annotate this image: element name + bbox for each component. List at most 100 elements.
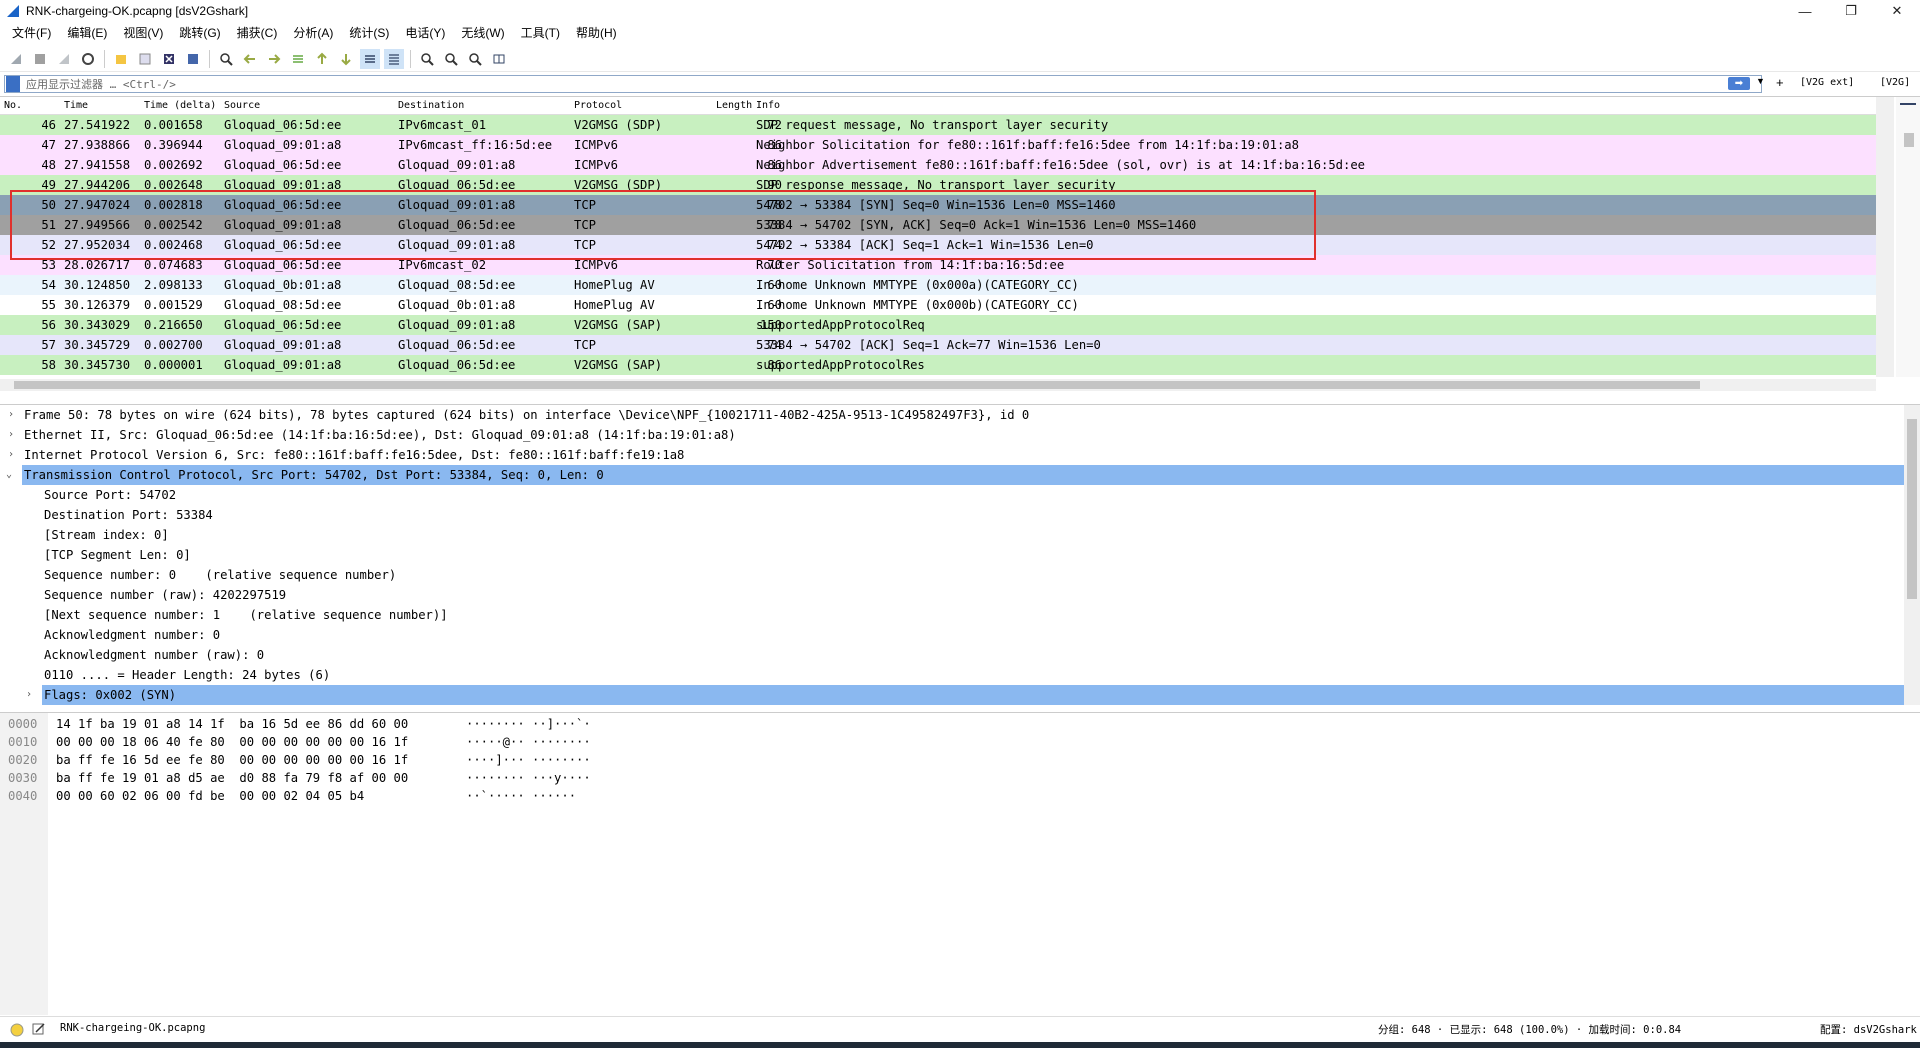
column-header-time-delta[interactable]: Time (delta) bbox=[144, 100, 216, 111]
detail-tree-item[interactable]: › Ethernet II, Src: Gloquad_06:5d:ee (14:… bbox=[0, 425, 1904, 445]
packet-dst: Gloquad_09:01:a8 bbox=[398, 318, 516, 332]
detail-tree-item[interactable]: Acknowledgment number: 0 bbox=[0, 625, 1904, 645]
close-button[interactable]: ✕ bbox=[1874, 0, 1920, 22]
packet-proto: TCP bbox=[574, 338, 597, 352]
go-to-packet-icon[interactable] bbox=[288, 49, 308, 69]
column-header-destination[interactable]: Destination bbox=[398, 100, 464, 111]
detail-tree-item[interactable]: › Frame 50: 78 bytes on wire (624 bits), … bbox=[0, 405, 1904, 425]
stop-capture-icon[interactable] bbox=[30, 49, 50, 69]
menu-wireless[interactable]: 无线(W) bbox=[453, 22, 512, 44]
column-header-source[interactable]: Source bbox=[224, 100, 260, 111]
restart-capture-icon[interactable] bbox=[54, 49, 74, 69]
bookmark-icon[interactable] bbox=[6, 76, 20, 92]
display-filter-input[interactable]: 应用显示过滤器 … <Ctrl-/> bbox=[4, 75, 1762, 93]
collapsed-chevron-icon[interactable]: › bbox=[8, 445, 14, 465]
expanded-chevron-icon[interactable]: ⌄ bbox=[6, 465, 12, 485]
detail-text: Frame 50: 78 bytes on wire (624 bits), 7… bbox=[24, 408, 1030, 422]
maximize-button[interactable]: ❐ bbox=[1828, 0, 1874, 22]
packet-list-vertical-scrollbar[interactable] bbox=[1876, 97, 1894, 377]
detail-tree-item[interactable]: [TCP Segment Len: 0] bbox=[0, 545, 1904, 565]
colorize-icon[interactable] bbox=[384, 48, 404, 69]
find-packet-icon[interactable] bbox=[216, 49, 236, 69]
column-header-time[interactable]: Time bbox=[64, 100, 88, 111]
collapsed-chevron-icon[interactable]: › bbox=[8, 405, 14, 425]
packet-number: 56 bbox=[41, 318, 56, 332]
detail-tree-item[interactable]: Source Port: 54702 bbox=[0, 485, 1904, 505]
packet-row[interactable]: 57 30.345729 0.002700 Gloquad_09:01:a8 Gloqu… bbox=[0, 335, 1876, 355]
apply-filter-arrow-icon[interactable]: ➡ bbox=[1728, 77, 1750, 90]
go-forward-icon[interactable] bbox=[264, 49, 284, 69]
zoom-in-icon[interactable] bbox=[417, 49, 437, 69]
capture-comment-icon[interactable] bbox=[32, 1022, 46, 1036]
details-scroll-thumb[interactable] bbox=[1907, 419, 1917, 599]
menu-analyze[interactable]: 分析(A) bbox=[285, 22, 341, 44]
detail-tree-item[interactable]: ⌄ Transmission Control Protocol, Src Port… bbox=[6, 465, 1904, 485]
filter-button-v2g-ext[interactable]: [V2G ext] bbox=[1800, 77, 1854, 88]
packet-row[interactable]: 58 30.345730 0.000001 Gloquad_09:01:a8 Gloqu… bbox=[0, 355, 1876, 375]
packet-dst: Gloquad_0b:01:a8 bbox=[398, 298, 516, 312]
column-header-protocol[interactable]: Protocol bbox=[574, 100, 622, 111]
detail-tree-item[interactable]: [Next sequence number: 1 (relative seque… bbox=[0, 605, 1904, 625]
detail-text: Transmission Control Protocol, Src Port:… bbox=[24, 468, 604, 482]
packet-proto: HomePlug AV bbox=[574, 298, 655, 312]
filter-dropdown-chevron-icon[interactable]: ▼ bbox=[1756, 76, 1765, 86]
detail-tree-item[interactable]: 0110 .... = Header Length: 24 bytes (6) bbox=[0, 665, 1904, 685]
resize-columns-icon[interactable] bbox=[489, 49, 509, 69]
menu-telephony[interactable]: 电话(Y) bbox=[397, 22, 453, 44]
reload-file-icon[interactable] bbox=[183, 49, 203, 69]
menu-tools[interactable]: 工具(T) bbox=[513, 22, 568, 44]
first-packet-icon[interactable] bbox=[312, 49, 332, 69]
column-header-info[interactable]: Info bbox=[756, 100, 780, 111]
detail-tree-item[interactable]: › Internet Protocol Version 6, Src: fe80:… bbox=[0, 445, 1904, 465]
bytes-offset: 0040 bbox=[8, 789, 38, 803]
details-vertical-scrollbar[interactable] bbox=[1904, 405, 1920, 705]
detail-tree-item[interactable]: Acknowledgment number (raw): 0 bbox=[0, 645, 1904, 665]
go-back-icon[interactable] bbox=[240, 49, 260, 69]
save-file-icon[interactable] bbox=[135, 49, 155, 69]
menu-view[interactable]: 视图(V) bbox=[115, 22, 171, 44]
menu-file[interactable]: 文件(F) bbox=[4, 22, 59, 44]
packet-list-scroll-thumb[interactable] bbox=[1904, 133, 1914, 147]
horizontal-scroll-thumb[interactable] bbox=[14, 381, 1700, 389]
detail-tree-item[interactable]: [Stream index: 0] bbox=[0, 525, 1904, 545]
zoom-reset-icon[interactable] bbox=[465, 49, 485, 69]
packet-row[interactable]: 47 27.938866 0.396944 Gloquad_09:01:a8 IPv6m… bbox=[0, 135, 1876, 155]
packet-length: 86 bbox=[767, 138, 782, 152]
detail-tree-item[interactable]: Destination Port: 53384 bbox=[0, 505, 1904, 525]
detail-text: [TCP Segment Len: 0] bbox=[44, 548, 191, 562]
shark-fin-icon bbox=[7, 5, 19, 17]
start-capture-icon[interactable] bbox=[6, 49, 26, 69]
detail-tree-item[interactable]: Sequence number: 0 (relative sequence nu… bbox=[0, 565, 1904, 585]
open-file-icon[interactable] bbox=[111, 49, 131, 69]
packet-row[interactable]: 48 27.941558 0.002692 Gloquad_06:5d:ee Gloqu… bbox=[0, 155, 1876, 175]
expert-info-icon[interactable] bbox=[10, 1023, 24, 1037]
menu-statistics[interactable]: 统计(S) bbox=[341, 22, 397, 44]
bytes-offset: 0030 bbox=[8, 771, 38, 785]
menu-help[interactable]: 帮助(H) bbox=[568, 22, 625, 44]
packet-row[interactable]: 56 30.343029 0.216650 Gloquad_06:5d:ee Gloqu… bbox=[0, 315, 1876, 335]
add-filter-button[interactable]: + bbox=[1776, 75, 1784, 90]
collapsed-chevron-icon[interactable]: › bbox=[26, 685, 32, 705]
packet-row[interactable]: 55 30.126379 0.001529 Gloquad_08:5d:ee Gloqu… bbox=[0, 295, 1876, 315]
packet-dst: IPv6mcast_ff:16:5d:ee bbox=[398, 138, 553, 152]
packet-row[interactable]: 54 30.124850 2.098133 Gloquad_0b:01:a8 Gloqu… bbox=[0, 275, 1876, 295]
minimize-button[interactable]: — bbox=[1782, 0, 1828, 22]
last-packet-icon[interactable] bbox=[336, 49, 356, 69]
capture-options-icon[interactable] bbox=[78, 49, 98, 69]
filter-button-v2g[interactable]: [V2G] bbox=[1880, 77, 1910, 88]
packet-list-horizontal-scrollbar[interactable] bbox=[0, 379, 1876, 391]
close-file-icon[interactable] bbox=[159, 49, 179, 69]
menu-edit[interactable]: 编辑(E) bbox=[59, 22, 115, 44]
collapsed-chevron-icon[interactable]: › bbox=[8, 425, 14, 445]
status-profile[interactable]: 配置: dsV2Gshark bbox=[1820, 1022, 1917, 1037]
column-header-length[interactable]: Length bbox=[716, 100, 752, 111]
menu-go[interactable]: 跳转(G) bbox=[171, 22, 228, 44]
packet-row[interactable]: 46 27.541922 0.001658 Gloquad_06:5d:ee IPv6m… bbox=[0, 115, 1876, 135]
detail-tree-item[interactable]: Sequence number (raw): 4202297519 bbox=[0, 585, 1904, 605]
menu-capture[interactable]: 捕获(C) bbox=[229, 22, 286, 44]
packet-src: Gloquad_0b:01:a8 bbox=[224, 278, 342, 292]
detail-tree-item[interactable]: › Flags: 0x002 (SYN) bbox=[26, 685, 1904, 705]
autoscroll-icon[interactable] bbox=[360, 48, 380, 69]
column-header-no[interactable]: No. bbox=[4, 100, 22, 111]
zoom-out-icon[interactable] bbox=[441, 49, 461, 69]
